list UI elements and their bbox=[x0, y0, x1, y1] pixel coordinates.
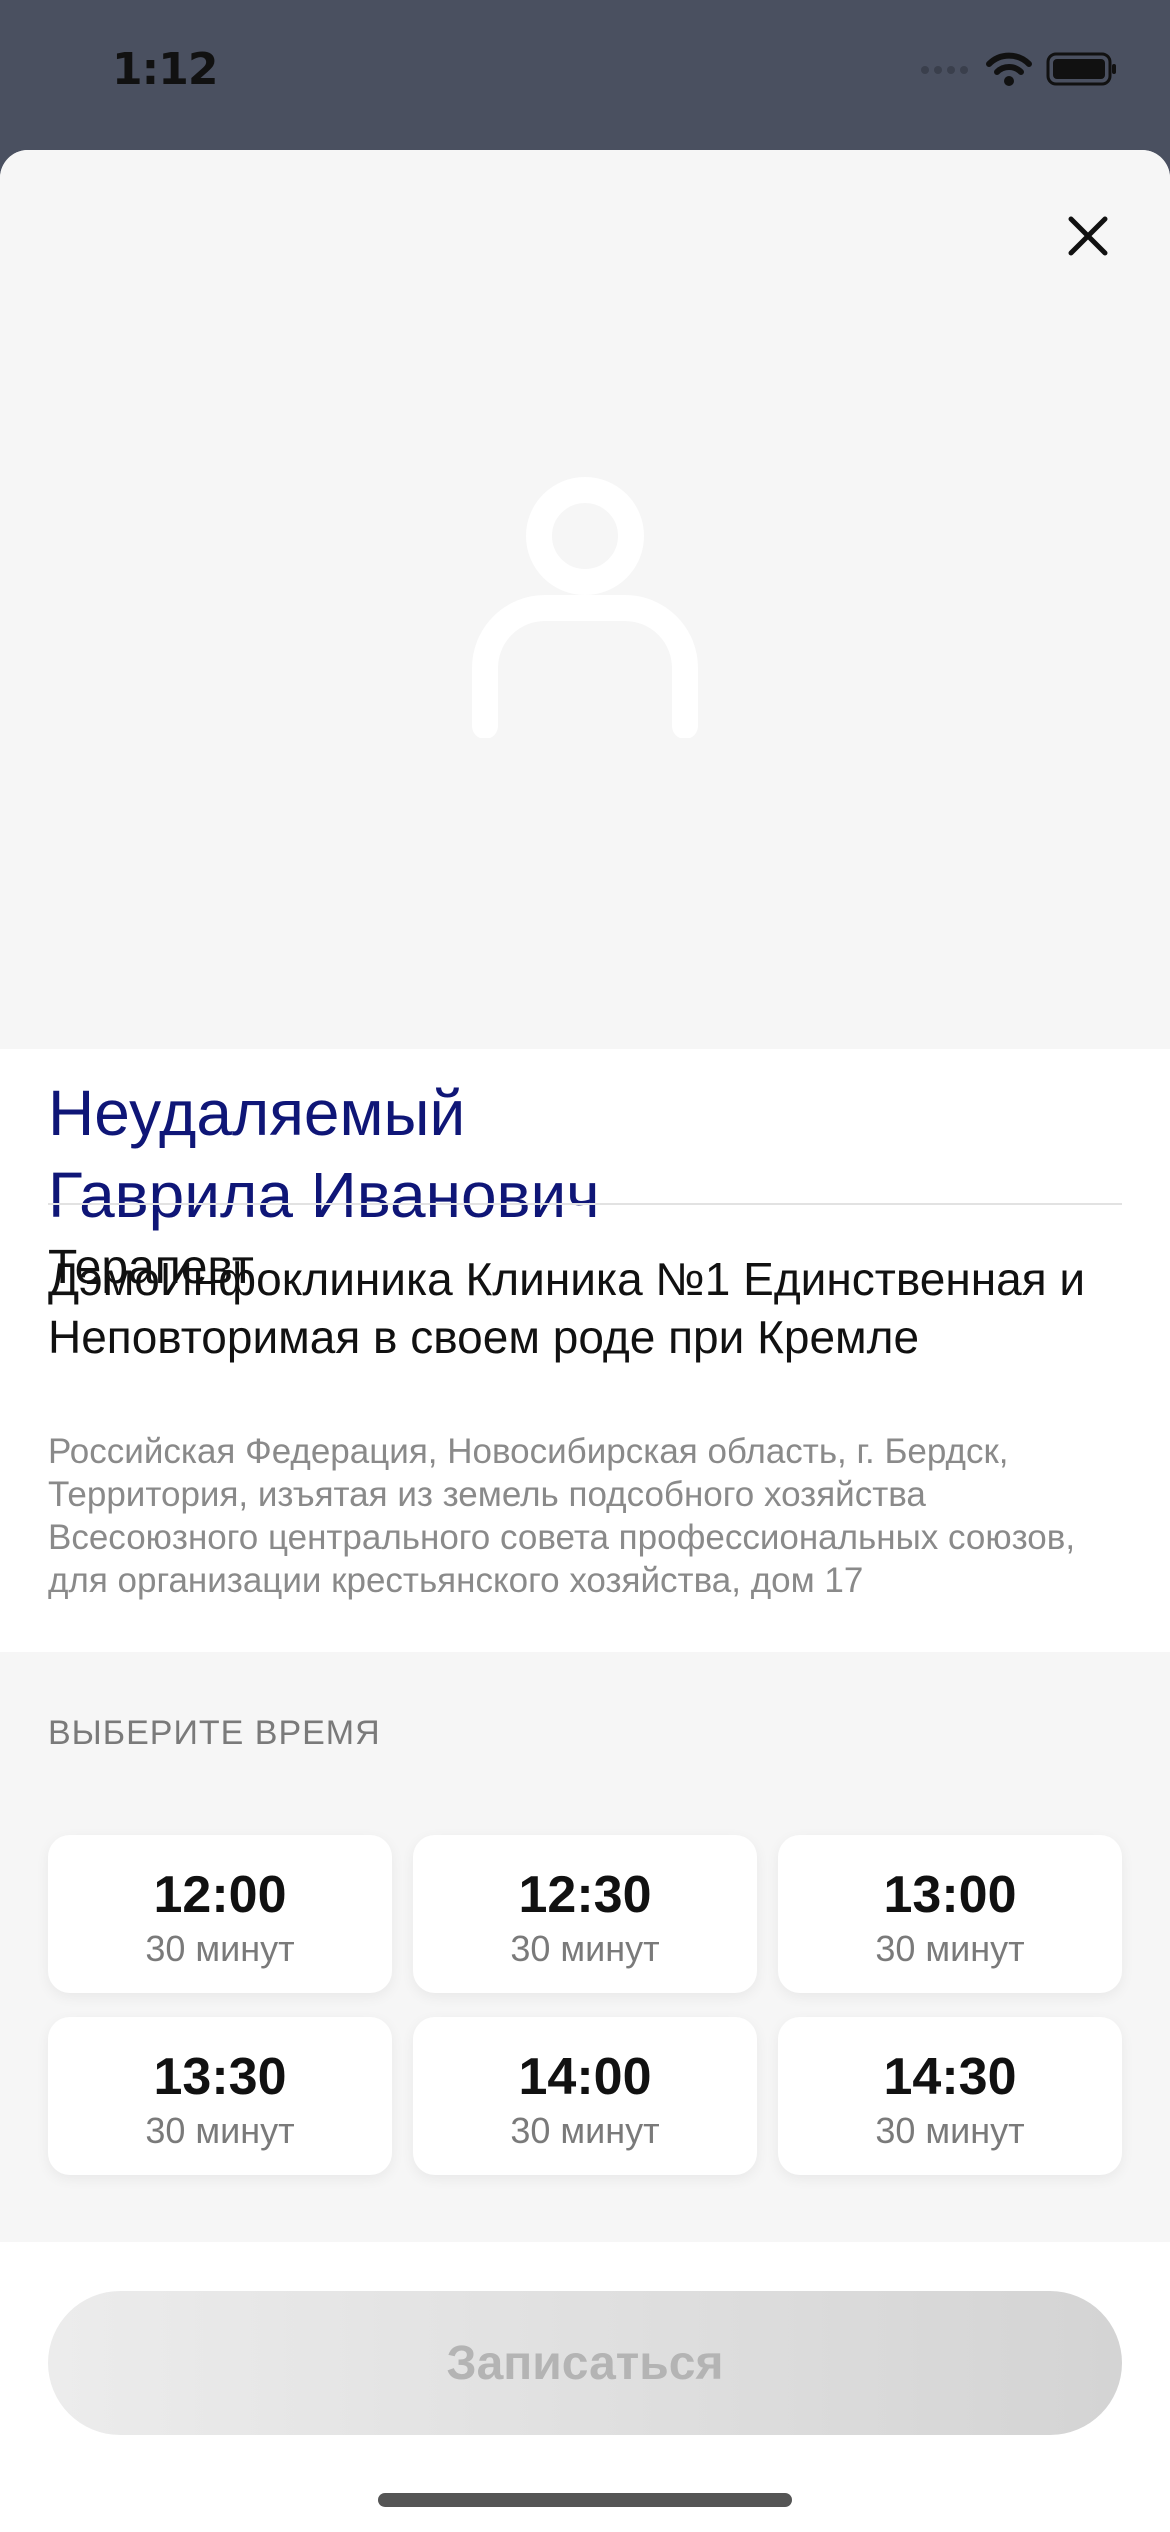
clinic-name: ДэмоИнфоклиника Клиника №1 Единственная … bbox=[48, 1253, 1086, 1363]
slot-duration: 30 минут bbox=[510, 2110, 660, 2151]
doctor-name: Неудаляемый Гаврила Иванович bbox=[48, 1072, 1122, 1236]
close-icon bbox=[1068, 216, 1108, 256]
time-slot[interactable]: 12:30 30 минут bbox=[413, 1835, 757, 1993]
slot-time: 12:00 bbox=[153, 1866, 287, 1924]
divider bbox=[48, 1203, 1122, 1205]
time-slot[interactable]: 12:00 30 минут bbox=[48, 1835, 392, 1993]
status-bar: 1:12 bbox=[0, 0, 1170, 150]
slot-duration: 30 минут bbox=[875, 2110, 1025, 2151]
status-icons bbox=[920, 52, 1118, 86]
cellular-icon bbox=[921, 66, 968, 74]
book-appointment-button[interactable]: Записаться bbox=[48, 2291, 1122, 2435]
doctor-first-name: Гаврила Иванович bbox=[48, 1159, 600, 1231]
slot-time: 14:30 bbox=[883, 2048, 1017, 2106]
slot-duration: 30 минут bbox=[875, 1928, 1025, 1969]
bottom-action-bar: Записаться bbox=[0, 2242, 1170, 2532]
clinic-address: Российская Федерация, Новосибирская обла… bbox=[48, 1432, 1076, 1600]
slot-duration: 30 минут bbox=[145, 2110, 295, 2151]
slot-time: 13:00 bbox=[883, 1866, 1017, 1924]
slot-time: 14:00 bbox=[518, 2048, 652, 2106]
doctor-last-name: Неудаляемый bbox=[48, 1077, 466, 1149]
home-indicator[interactable] bbox=[378, 2493, 792, 2507]
status-time: 1:12 bbox=[112, 44, 218, 95]
slot-duration: 30 минут bbox=[510, 1928, 660, 1969]
time-slots-grid: 12:00 30 минут 12:30 30 минут 13:00 30 м… bbox=[48, 1835, 1122, 2175]
time-slot[interactable]: 14:30 30 минут bbox=[778, 2017, 1122, 2175]
time-slot[interactable]: 13:30 30 минут bbox=[48, 2017, 392, 2175]
time-slot[interactable]: 13:00 30 минут bbox=[778, 1835, 1122, 1993]
battery-icon bbox=[1046, 52, 1116, 86]
wifi-icon bbox=[986, 52, 1032, 86]
slot-time: 12:30 bbox=[518, 1866, 652, 1924]
doctor-photo-area bbox=[0, 150, 1170, 1049]
close-button[interactable] bbox=[1058, 206, 1118, 266]
time-slot[interactable]: 14:00 30 минут bbox=[413, 2017, 757, 2175]
slot-duration: 30 минут bbox=[145, 1928, 295, 1969]
time-section-header: ВЫБЕРИТЕ ВРЕМЯ bbox=[48, 1714, 381, 1752]
avatar-placeholder-icon bbox=[472, 477, 698, 738]
slot-time: 13:30 bbox=[153, 2048, 287, 2106]
